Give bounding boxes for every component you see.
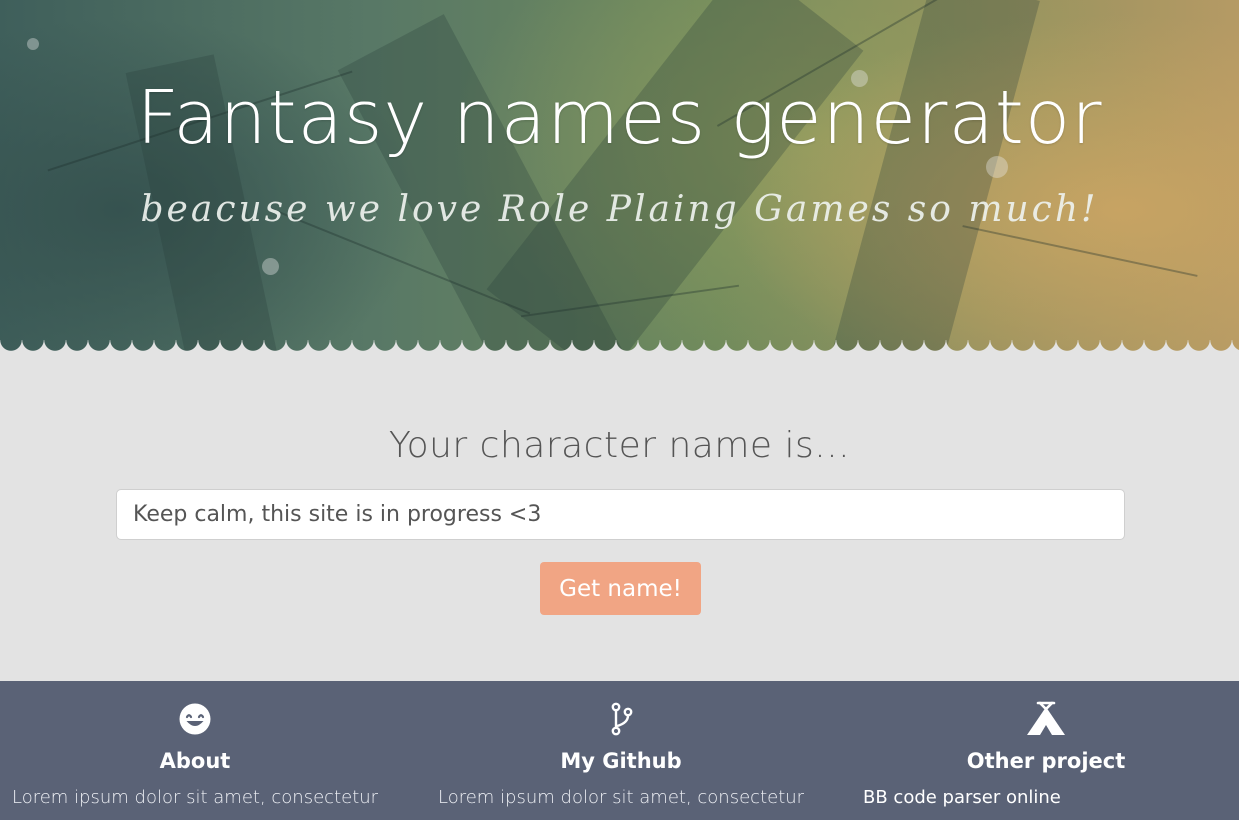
- footer-github-column: My Github Lorem ipsum dolor sit amet, co…: [426, 681, 816, 820]
- tent-icon: [1026, 701, 1066, 737]
- scalloped-edge-divider: [0, 340, 1239, 356]
- smile-icon: [175, 701, 215, 737]
- result-label: Your character name is...: [388, 425, 851, 466]
- other-project-title: Other project: [966, 749, 1126, 773]
- tree-trunk-decoration: [830, 0, 1040, 356]
- hero-banner: Fantasy names generator beacuse we love …: [0, 0, 1239, 356]
- character-name-field[interactable]: [116, 489, 1125, 540]
- about-title: About: [159, 749, 231, 773]
- git-branch-icon[interactable]: [601, 701, 641, 737]
- github-text: Lorem ipsum dolor sit amet, consectetur: [438, 787, 804, 808]
- site-footer: About Lorem ipsum dolor sit amet, consec…: [0, 681, 1239, 820]
- about-text: Lorem ipsum dolor sit amet, consectetur: [12, 787, 378, 808]
- page-subtitle: beacuse we love Role Plaing Games so muc…: [140, 189, 1099, 230]
- project-link[interactable]: BB code parser online: [863, 785, 1061, 811]
- footer-about-column: About Lorem ipsum dolor sit amet, consec…: [0, 681, 390, 820]
- get-name-button[interactable]: Get name!: [540, 562, 701, 615]
- page-title: Fantasy names generator: [136, 75, 1103, 161]
- bubble-decoration: [27, 38, 39, 50]
- other-projects-list: BB code parser online: [863, 785, 1061, 811]
- bubble-decoration: [262, 258, 279, 275]
- github-title[interactable]: My Github: [426, 747, 816, 775]
